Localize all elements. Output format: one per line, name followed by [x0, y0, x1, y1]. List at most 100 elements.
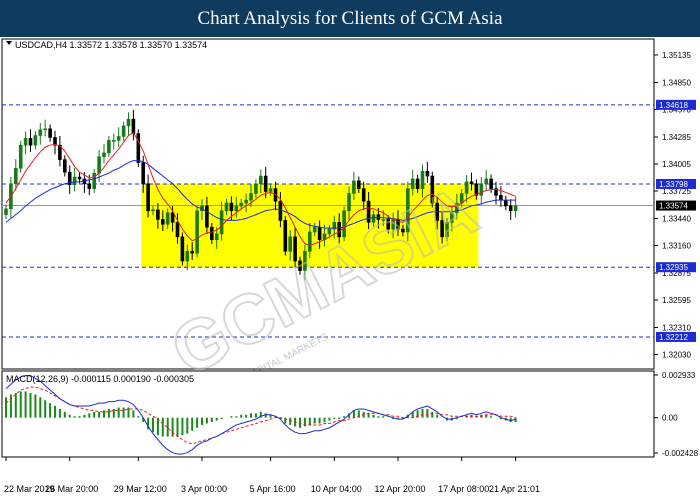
candle-body — [23, 138, 28, 146]
price-tick-label: 1.32595 — [662, 296, 691, 305]
candle-body — [254, 183, 258, 194]
candle-body — [170, 212, 175, 223]
price-header: USDCAD,H4 1.33572 1.33578 1.33570 1.3357… — [15, 40, 207, 50]
banner-title: Chart Analysis for Clients of GCM Asia — [197, 7, 503, 29]
candle-body — [229, 202, 234, 212]
candle-body — [469, 181, 474, 185]
candle-body — [489, 178, 493, 189]
candle-body — [224, 202, 229, 212]
candle-body — [77, 176, 82, 180]
candle-body — [219, 210, 224, 235]
price-tag-label: 1.33574 — [659, 202, 688, 211]
time-tick-label: 3 Apr 00:00 — [181, 484, 227, 494]
candle-body — [410, 178, 415, 189]
candle-body — [43, 128, 48, 131]
price-tick-label: 1.33440 — [662, 214, 691, 223]
time-axis: 22 Mar 201926 Mar 20:00 29 Mar 12:00 3 Apr… — [4, 457, 540, 494]
candle-body — [484, 178, 489, 185]
candle-body — [499, 195, 503, 201]
candle-body — [14, 168, 18, 185]
candle-body — [112, 140, 116, 142]
candle-body — [464, 181, 469, 194]
candle-body — [415, 178, 420, 189]
candle-body — [38, 129, 43, 136]
price-tag-label: 1.34618 — [659, 101, 688, 110]
price-tag-label: 1.32935 — [659, 263, 688, 272]
time-tick-label: 26 Mar 20:00 — [45, 484, 98, 494]
candle-body — [239, 202, 243, 207]
candle-body — [131, 118, 136, 134]
candle-body — [141, 162, 145, 185]
candle-body — [72, 176, 77, 186]
macd-tick-label: 0.002933 — [662, 371, 696, 380]
candle-body — [352, 180, 356, 194]
candle-body — [195, 210, 199, 254]
candle-body — [62, 159, 67, 173]
candle-body — [175, 222, 180, 238]
candle-body — [4, 208, 8, 215]
price-tick-label: 1.33160 — [662, 241, 691, 250]
candle-body — [146, 183, 150, 212]
candle-body — [513, 205, 518, 212]
candle-body — [503, 199, 508, 207]
price-tick-label: 1.34850 — [662, 78, 691, 87]
macd-tick-label: -0.002428 — [662, 449, 699, 458]
candle-body — [288, 236, 293, 252]
candle-body — [278, 200, 283, 221]
banner: Chart Analysis for Clients of GCM Asia — [0, 0, 700, 37]
candle-body — [92, 172, 96, 189]
macd-header: MACD(12,26,9) -0.000115 0.000190 -0.0003… — [6, 374, 194, 384]
time-tick-label: 21 Apr 21:01 — [489, 484, 540, 494]
time-tick-label: 12 Apr 20:00 — [374, 484, 425, 494]
candle-body — [210, 226, 214, 241]
candle-body — [116, 136, 121, 141]
time-tick-label: 5 Apr 16:00 — [250, 484, 296, 494]
candle-body — [165, 212, 170, 225]
candle-body — [151, 209, 155, 212]
price-tag-label: 1.32212 — [659, 333, 688, 342]
price-tag-label: 1.33798 — [659, 180, 688, 189]
candle-body — [33, 135, 38, 146]
candle-body — [180, 236, 185, 262]
candle-body — [249, 193, 253, 201]
chart-canvas[interactable]: GCMASIA GCM CAPITAL MARKETS USDCAD,H4 1.… — [0, 37, 700, 500]
candle-body — [283, 220, 288, 252]
candle-body — [97, 156, 101, 174]
candle-body — [161, 219, 165, 225]
price-tick-label: 1.32030 — [662, 350, 691, 359]
candle-body — [136, 133, 141, 163]
candle-body — [347, 193, 351, 212]
candle-body — [156, 209, 160, 220]
candle-body — [48, 128, 52, 138]
macd-tick-label: 0.00 — [662, 414, 678, 423]
price-tick-label: 1.34285 — [662, 133, 691, 142]
candle-body — [126, 118, 131, 127]
candle-body — [425, 170, 430, 177]
candle-body — [121, 125, 126, 137]
price-tick-label: 1.35135 — [662, 51, 691, 60]
candle-body — [508, 205, 513, 212]
time-tick-label: 10 Apr 04:00 — [311, 484, 362, 494]
candle-body — [102, 152, 106, 158]
candle-body — [312, 226, 317, 233]
candle-body — [107, 140, 111, 154]
price-tick-label: 1.34005 — [662, 160, 691, 169]
candle-body — [214, 233, 219, 241]
price-axis: 1.351351.348501.345701.342851.340051.337… — [654, 51, 696, 359]
candle-body — [28, 138, 33, 146]
candle-body — [234, 205, 239, 212]
candle-body — [244, 199, 248, 204]
candle-body — [87, 183, 92, 189]
candle-body — [361, 188, 366, 202]
candle-body — [185, 250, 190, 262]
candle-body — [268, 188, 273, 192]
candle-body — [190, 250, 194, 254]
candle-body — [356, 180, 361, 189]
macd-axis: 0.002933 0.00 -0.002428 — [654, 371, 699, 458]
candle-body — [263, 175, 268, 192]
time-tick-label: 17 Apr 08:00 — [438, 484, 489, 494]
candle-body — [258, 175, 263, 185]
candle-body — [479, 183, 484, 196]
candle-body — [18, 144, 23, 169]
time-tick-label: 29 Mar 12:00 — [114, 484, 167, 494]
